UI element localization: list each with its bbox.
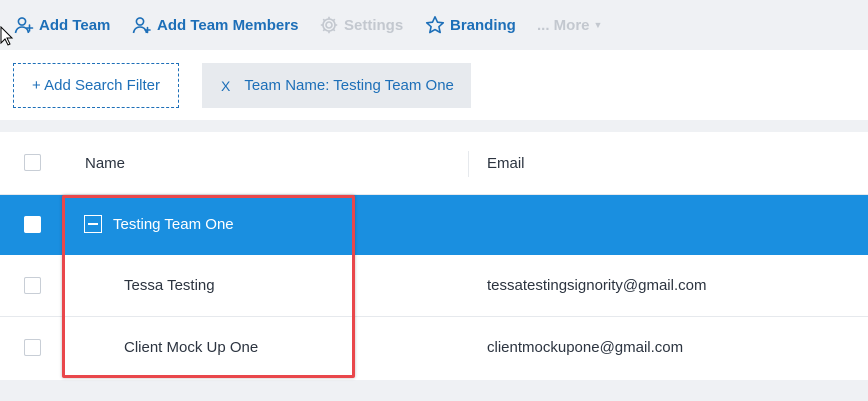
select-all-checkbox[interactable]: [24, 154, 41, 171]
branding-button[interactable]: Branding: [424, 13, 516, 37]
column-divider[interactable]: [468, 151, 469, 177]
settings-label: Settings: [344, 16, 404, 34]
teams-table: Name Email Testing Team One Tessa Testin…: [0, 132, 868, 380]
member-name: Tessa Testing: [124, 277, 215, 294]
add-search-filter-button[interactable]: + Add Search Filter: [13, 63, 179, 108]
mouse-cursor-icon: [0, 26, 14, 46]
add-team-label: Add Team: [39, 16, 111, 34]
toolbar: Add Team Add Team Members Settings Brand…: [0, 0, 868, 50]
member-email: clientmockupone@gmail.com: [487, 339, 684, 356]
add-team-members-button[interactable]: Add Team Members: [131, 13, 298, 37]
branding-label: Branding: [450, 16, 516, 34]
remove-filter-button[interactable]: X: [221, 78, 230, 94]
add-member-icon: [131, 14, 153, 36]
chevron-down-icon: ▼: [593, 20, 603, 30]
more-menu[interactable]: ... More ▼: [537, 13, 602, 37]
row-checkbox[interactable]: [24, 277, 41, 294]
add-team-button[interactable]: Add Team: [13, 13, 110, 37]
table-header: Name Email: [0, 132, 868, 195]
table-row[interactable]: Tessa Testing tessatestingsignority@gmai…: [0, 255, 868, 317]
team-row[interactable]: Testing Team One: [0, 195, 868, 255]
settings-button[interactable]: Settings: [318, 13, 403, 37]
collapse-toggle[interactable]: [84, 215, 102, 233]
star-icon: [424, 14, 446, 36]
add-team-members-label: Add Team Members: [157, 16, 299, 34]
filter-bar: + Add Search Filter X Team Name: Testing…: [0, 50, 868, 120]
team-name: Testing Team One: [113, 216, 234, 233]
column-header-email[interactable]: Email: [487, 155, 525, 172]
table-row[interactable]: Client Mock Up One clientmockupone@gmail…: [0, 317, 868, 380]
member-email: tessatestingsignority@gmail.com: [487, 277, 707, 294]
row-checkbox[interactable]: [24, 339, 41, 356]
filter-chip-label: Team Name: Testing Team One: [244, 77, 454, 94]
gear-icon: [318, 14, 340, 36]
minus-icon: [88, 223, 98, 225]
column-header-name[interactable]: Name: [85, 155, 125, 172]
member-name: Client Mock Up One: [124, 339, 259, 356]
more-label: ... More: [537, 16, 590, 34]
active-filter-chip: X Team Name: Testing Team One: [202, 63, 471, 108]
team-row-checkbox[interactable]: [24, 216, 41, 233]
add-team-icon: [13, 14, 35, 36]
